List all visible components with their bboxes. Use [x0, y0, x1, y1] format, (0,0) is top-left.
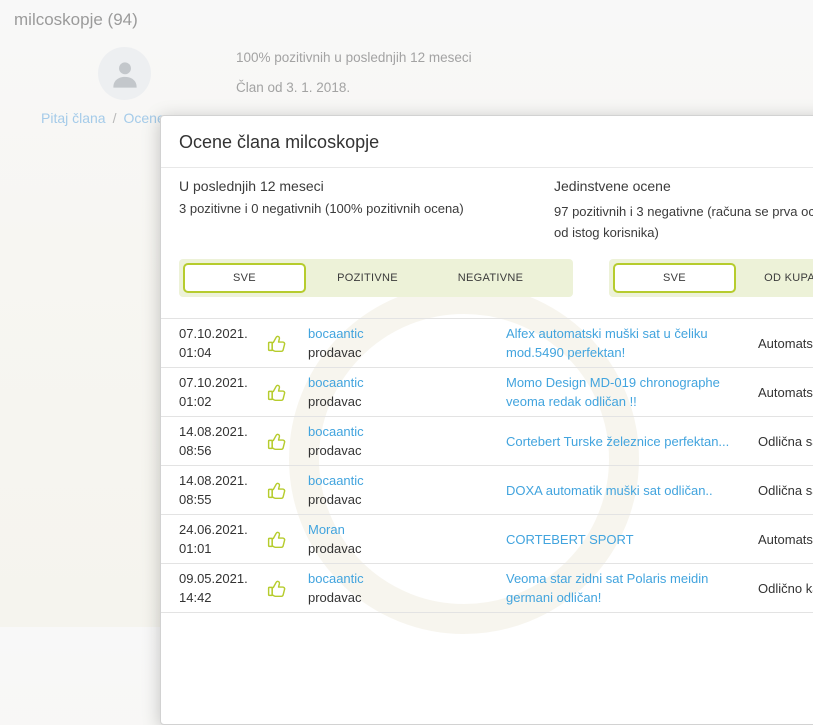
rating-date-time: 08:55 — [179, 490, 266, 509]
rating-date-time: 08:56 — [179, 441, 266, 460]
thumbs-up-icon — [266, 382, 289, 403]
item-link[interactable]: Alfex automatski muški sat u čeliku mod.… — [506, 324, 708, 362]
user-role: prodavac — [308, 343, 506, 362]
rating-row: 07.10.2021. 01:02 bocaantic prodavac Mom… — [161, 367, 813, 416]
filter-button-negativne[interactable]: NEGATIVNE — [429, 263, 552, 293]
user-role: prodavac — [308, 441, 506, 460]
user-role: prodavac — [308, 539, 506, 558]
rating-indicator — [266, 578, 308, 599]
rating-item: Veoma star zidni sat Polaris meidin germ… — [506, 569, 758, 607]
modal-header: Ocene člana milcoskopje — [161, 116, 813, 168]
last12-detail: 3 pozitivne i 0 negativnih (100% pozitiv… — [179, 201, 464, 216]
filter-button-pozitivne[interactable]: POZITIVNE — [306, 263, 429, 293]
rating-date: 14.08.2021. 08:56 — [179, 422, 266, 460]
rating-comment: Automatski — [758, 532, 813, 547]
page-title: milcoskopje (94) — [14, 10, 138, 30]
member-since-text: Član od 3. 1. 2018. — [236, 80, 350, 95]
unique-heading: Jedinstvene ocene — [554, 178, 671, 194]
rating-item: Momo Design MD-019 chronographe veoma re… — [506, 373, 758, 411]
user-link[interactable]: bocaantic — [308, 375, 364, 390]
ratings-modal: Ocene člana milcoskopje U poslednjih 12 … — [160, 115, 813, 725]
rating-user: Moran prodavac — [308, 520, 506, 558]
item-link[interactable]: Momo Design MD-019 chronographe veoma re… — [506, 373, 720, 411]
thumbs-up-icon — [266, 431, 289, 452]
rating-row-partial — [161, 612, 813, 652]
rating-user: bocaantic prodavac — [308, 324, 506, 362]
filter-button-sve[interactable]: SVE — [613, 263, 736, 293]
rating-item: Cortebert Turske železnice perfektan... — [506, 432, 758, 451]
rating-row: 07.10.2021. 01:04 bocaantic prodavac Alf… — [161, 318, 813, 367]
rating-item: DOXA automatik muški sat odličan.. — [506, 481, 758, 500]
rating-row: 09.05.2021. 14:42 bocaantic prodavac Veo… — [161, 563, 813, 612]
rating-date: 09.05.2021. 14:42 — [179, 569, 266, 607]
rating-indicator — [266, 333, 308, 354]
rating-date-time: 01:01 — [179, 539, 266, 558]
rating-user: bocaantic prodavac — [308, 471, 506, 509]
user-role: prodavac — [308, 588, 506, 607]
breadcrumb-link-ask-member[interactable]: Pitaj člana — [41, 110, 106, 126]
filter-button-od-kupaca[interactable]: OD KUPACA — [736, 263, 813, 293]
rating-date-time: 01:02 — [179, 392, 266, 411]
user-role: prodavac — [308, 392, 506, 411]
rating-date-day: 24.06.2021. — [179, 520, 266, 539]
unique-detail: 97 pozitivnih i 3 negativne (računa se p… — [554, 201, 813, 243]
user-link[interactable]: Moran — [308, 522, 345, 537]
rating-comment: Odlična sar — [758, 434, 813, 449]
rating-row: 14.08.2021. 08:56 bocaantic prodavac Cor… — [161, 416, 813, 465]
rating-date-time: 14:42 — [179, 588, 266, 607]
ratings-table: 07.10.2021. 01:04 bocaantic prodavac Alf… — [161, 318, 813, 652]
feedback-page: { "colors": { "accent_green": "#b6cc2d",… — [0, 0, 813, 627]
item-link[interactable]: Veoma star zidni sat Polaris meidin germ… — [506, 569, 708, 607]
thumbs-up-icon — [266, 480, 289, 501]
rating-date-day: 07.10.2021. — [179, 324, 266, 343]
thumbs-up-icon — [266, 578, 289, 599]
rating-date: 24.06.2021. 01:01 — [179, 520, 266, 558]
last12-heading: U poslednjih 12 meseci — [179, 178, 324, 194]
user-link[interactable]: bocaantic — [308, 424, 364, 439]
rating-comment: Automatski — [758, 385, 813, 400]
rating-date-day: 14.08.2021. — [179, 422, 266, 441]
filter-button-sve[interactable]: SVE — [183, 263, 306, 293]
rating-user: bocaantic prodavac — [308, 422, 506, 460]
positive-summary-text: 100% pozitivnih u poslednjih 12 meseci — [236, 50, 472, 65]
breadcrumb-link-ratings[interactable]: Ocene — [123, 110, 164, 126]
rating-row: 14.08.2021. 08:55 bocaantic prodavac DOX… — [161, 465, 813, 514]
rating-row: 24.06.2021. 01:01 Moran prodavac CORTEBE… — [161, 514, 813, 563]
rating-comment: Automatski — [758, 336, 813, 351]
rating-date-time: 01:04 — [179, 343, 266, 362]
rating-date: 14.08.2021. 08:55 — [179, 471, 266, 509]
user-role: prodavac — [308, 490, 506, 509]
rating-indicator — [266, 431, 308, 452]
rating-comment: Odlično kao — [758, 581, 813, 596]
user-link[interactable]: bocaantic — [308, 326, 364, 341]
rating-date-day: 14.08.2021. — [179, 471, 266, 490]
rating-item: CORTEBERT SPORT — [506, 530, 758, 549]
avatar — [98, 47, 151, 100]
item-link[interactable]: CORTEBERT SPORT — [506, 530, 634, 549]
filter-bar-role: SVEOD KUPACA — [609, 259, 813, 297]
rating-date-day: 07.10.2021. — [179, 373, 266, 392]
modal-title: Ocene člana milcoskopje — [179, 132, 379, 153]
user-link[interactable]: bocaantic — [308, 473, 364, 488]
thumbs-up-icon — [266, 333, 289, 354]
rating-indicator — [266, 480, 308, 501]
person-icon — [108, 57, 142, 91]
breadcrumb: Pitaj člana / Ocene — [41, 110, 165, 126]
user-link[interactable]: bocaantic — [308, 571, 364, 586]
item-link[interactable]: DOXA automatik muški sat odličan.. — [506, 481, 713, 500]
rating-indicator — [266, 382, 308, 403]
rating-date-day: 09.05.2021. — [179, 569, 266, 588]
rating-item: Alfex automatski muški sat u čeliku mod.… — [506, 324, 758, 362]
rating-user: bocaantic prodavac — [308, 569, 506, 607]
filter-bar-type: SVEPOZITIVNENEGATIVNE — [179, 259, 573, 297]
thumbs-up-icon — [266, 529, 289, 550]
rating-indicator — [266, 529, 308, 550]
rating-date: 07.10.2021. 01:02 — [179, 373, 266, 411]
item-link[interactable]: Cortebert Turske železnice perfektan... — [506, 432, 729, 451]
rating-user: bocaantic prodavac — [308, 373, 506, 411]
breadcrumb-separator: / — [113, 110, 117, 126]
rating-date: 07.10.2021. 01:04 — [179, 324, 266, 362]
rating-comment: Odlična sar — [758, 483, 813, 498]
